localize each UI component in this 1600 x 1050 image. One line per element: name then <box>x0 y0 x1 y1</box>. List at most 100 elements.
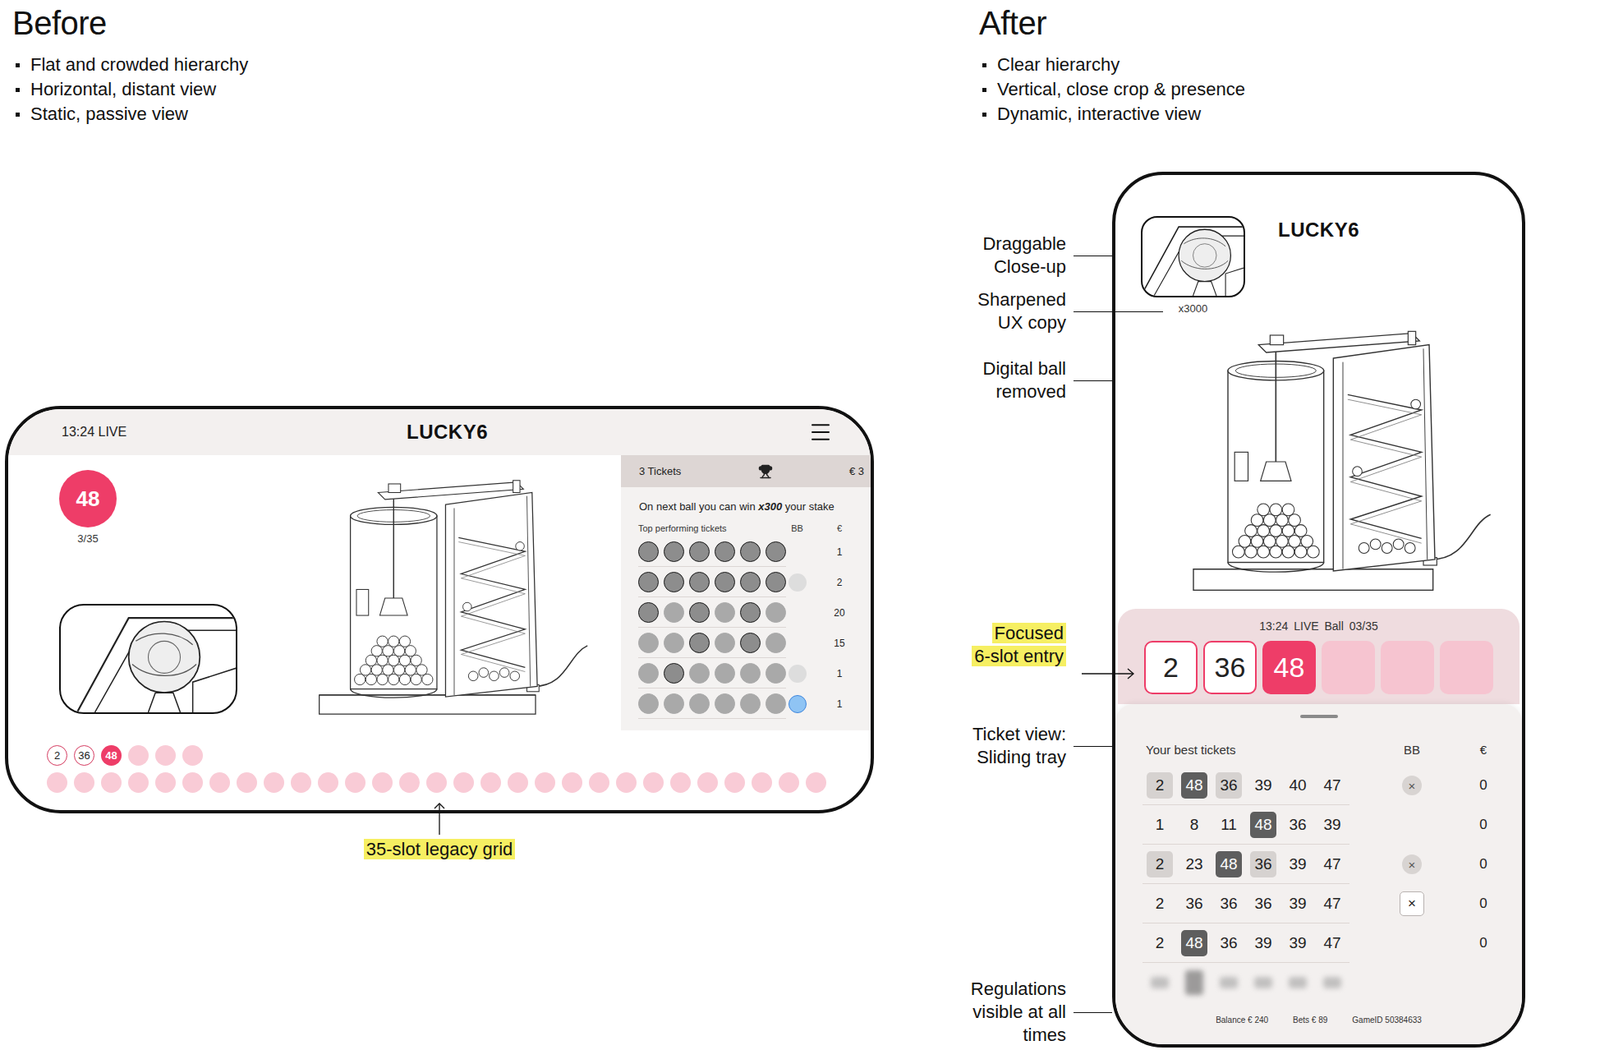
ticket-win: 15 <box>808 637 871 649</box>
bb-marker <box>788 573 807 592</box>
point-item: Flat and crowded hierarchy <box>12 52 945 78</box>
slot-ball <box>46 772 68 793</box>
ticket-row[interactable]: 2 <box>638 566 871 598</box>
bb-mark[interactable]: × <box>1399 891 1425 916</box>
current-ball-badge: 483/35 <box>59 469 117 545</box>
tray-ticket-row[interactable]: 24836394047×0 <box>1115 765 1522 805</box>
slot-ball <box>480 772 502 793</box>
six-slot-entry: 13:24 LIVE Ball 03/3523648 <box>1117 608 1520 704</box>
live-status: 13:24 LIVE Ball 03/35 <box>1259 618 1378 634</box>
annotation-line-text: Close-up <box>944 255 1067 279</box>
ticket-win: 1 <box>808 667 871 680</box>
bb-mark[interactable]: × <box>1402 775 1422 796</box>
ticket-numbers: 22348363947 <box>1142 844 1350 884</box>
bb-mark[interactable]: × <box>1402 854 1422 874</box>
ticket-row[interactable]: 1 <box>638 688 871 719</box>
point-item: Vertical, close crop & presence <box>979 77 1600 102</box>
legacy-grid-note: 35-slot legacy grid <box>4 801 874 861</box>
ticket-ball <box>714 662 736 684</box>
ticket-number: 2 <box>1146 890 1173 917</box>
hamburger-icon[interactable] <box>808 419 833 445</box>
slot-ball <box>426 772 447 793</box>
ticket-ball <box>689 662 710 684</box>
ticket-ball <box>740 632 761 653</box>
blurred-chip <box>1254 976 1273 989</box>
after-column: AfterClear hierarchyVertical, close crop… <box>944 0 1600 1050</box>
ticket-panel-header: 3 Tickets€ 3 <box>620 455 871 488</box>
blurred-chip <box>1150 976 1169 989</box>
bb-cell: × <box>1395 891 1429 916</box>
ticket-number: 36 <box>1250 890 1277 917</box>
bb-marker <box>788 542 807 561</box>
tray-ticket-row[interactable]: 22348363947×0 <box>1115 844 1522 884</box>
up-arrow-icon <box>433 801 446 835</box>
ticket-count: 3 Tickets <box>639 464 681 478</box>
annotation-line-text: UX copy <box>944 311 1067 335</box>
slot-ball <box>697 772 718 793</box>
ticket-number: 47 <box>1319 850 1346 878</box>
slot-ball <box>534 772 556 793</box>
tray-heading: Your best tickets <box>1142 742 1350 757</box>
slot-ball <box>724 772 745 793</box>
live-time: 13:24 LIVE <box>61 424 407 440</box>
footer-item: Bets € 89 <box>1292 1015 1328 1025</box>
trophy-icon <box>758 464 773 479</box>
ticket-ball <box>740 571 761 593</box>
tray-ticket-row[interactable]: 248363939470 <box>1115 923 1522 963</box>
ticket-ball <box>714 632 736 653</box>
annotation: SharpenedUX copy <box>944 288 1164 335</box>
ticket-row[interactable]: 20 <box>638 597 871 628</box>
ticket-ball <box>663 632 685 653</box>
ticket-balls <box>638 657 787 689</box>
ticket-win: 0 <box>1466 895 1500 912</box>
regulations-footer: Balance € 240Bets € 89GameID 50384633 <box>1115 1015 1522 1025</box>
tray-ticket-row[interactable]: 23636363947×0 <box>1115 883 1522 924</box>
ticket-ball <box>689 693 710 714</box>
ticket-ball <box>714 571 736 593</box>
ticket-number: 47 <box>1319 929 1346 957</box>
ticket-number: 36 <box>1181 890 1208 917</box>
stage-area: 483/35 <box>8 455 621 731</box>
slot-ball <box>128 744 149 766</box>
ticket-number: 36 <box>1215 929 1242 957</box>
slot-ball <box>344 772 366 793</box>
ticket-ball <box>638 662 659 684</box>
ticket-ball <box>689 632 710 653</box>
ticket-number: 39 <box>1319 811 1346 838</box>
ticket-ball <box>663 541 685 562</box>
footer-item: GameID 50384633 <box>1351 1015 1422 1025</box>
ticket-row[interactable]: 1 <box>638 657 871 689</box>
ticket-row[interactable]: 1 <box>638 536 871 567</box>
ticket-number: 36 <box>1284 811 1311 838</box>
ticket-win: 1 <box>808 546 871 558</box>
tray-handle[interactable] <box>1300 714 1338 718</box>
point-item: Dynamic, interactive view <box>979 101 1600 127</box>
ticket-ball <box>765 662 787 684</box>
entry-slot: 2 <box>1144 640 1198 695</box>
menu-button[interactable] <box>808 419 833 445</box>
slot-ball: 48 <box>101 744 122 766</box>
annotation-leader <box>1073 255 1113 257</box>
ticket-win: 0 <box>1466 816 1500 833</box>
draggable-closeup[interactable] <box>1140 216 1246 298</box>
ticket-row[interactable]: 15 <box>638 627 871 658</box>
entry-slot <box>1321 640 1375 695</box>
ball-closeup-drawing <box>1142 217 1244 296</box>
ticket-ball <box>663 693 685 714</box>
ticket-tray[interactable]: Your best ticketsBB€24836394047×01811483… <box>1115 703 1522 1044</box>
slot-ball <box>507 772 529 793</box>
ticket-win: 2 <box>808 576 871 589</box>
annotation-highlight: Focused <box>992 622 1067 644</box>
after-title: After <box>979 4 1600 42</box>
legacy-slot-grid: 23648 <box>8 730 871 810</box>
annotation-line-text: times <box>944 1023 1067 1047</box>
bb-marker <box>788 694 807 713</box>
machine-view <box>1158 317 1526 606</box>
annotation-leader <box>1073 1011 1113 1013</box>
ticket-numbers: 23636363947 <box>1142 883 1350 924</box>
slot-ball <box>182 772 203 793</box>
blurred-chip <box>1185 970 1204 995</box>
annotation-line-text: Digital ball <box>944 357 1067 381</box>
tray-ticket-row[interactable]: 18114836390 <box>1115 804 1522 845</box>
annotation: Digital ballremoved <box>944 357 1113 404</box>
